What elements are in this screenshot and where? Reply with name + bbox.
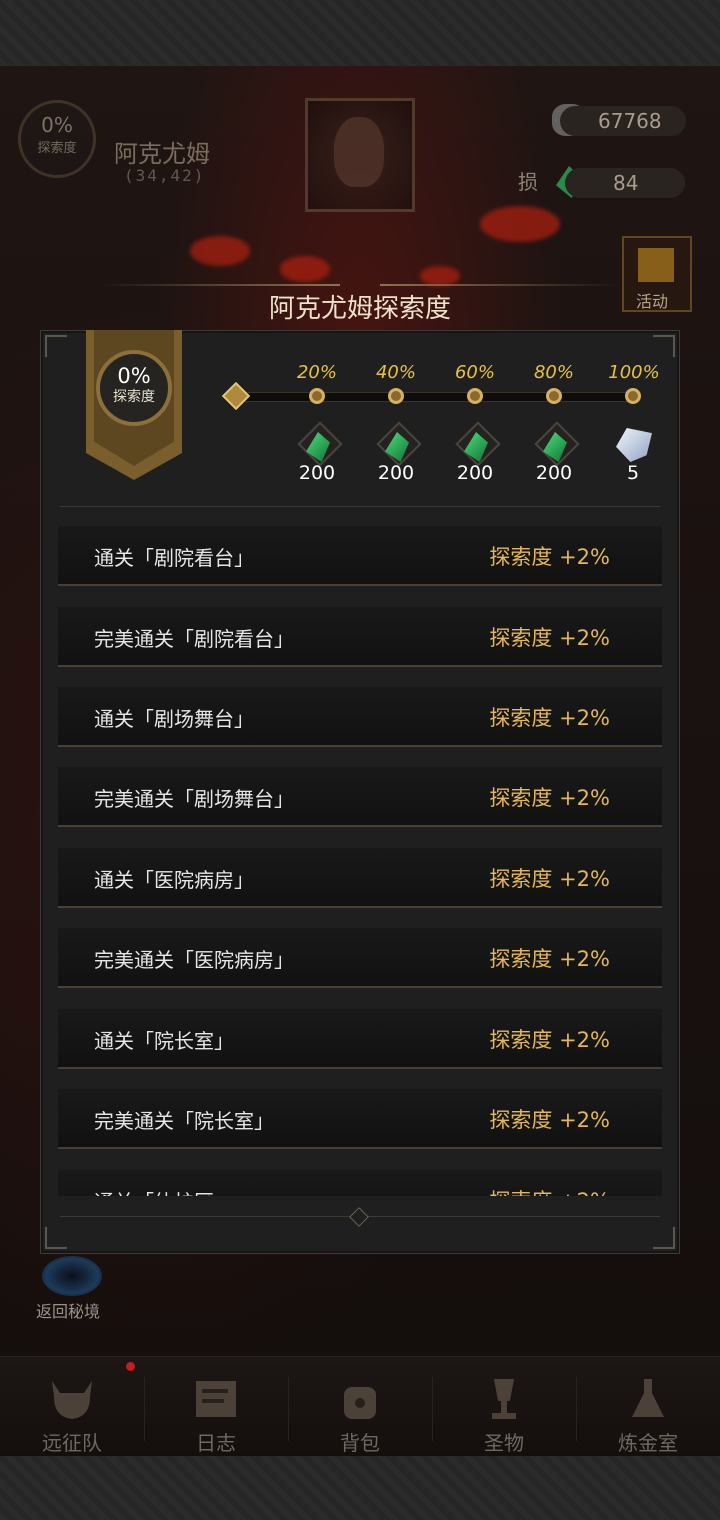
bottom-nav: 远征队 日志 背包 圣物 炼金室 (0, 1356, 720, 1457)
milestone-label: 20% (296, 362, 337, 383)
task-row: 通关「体护区 探索度 +2% (58, 1170, 662, 1196)
exploration-progress-ring: 0% 探索度 (96, 350, 172, 426)
reward-count: 200 (298, 462, 336, 484)
task-bonus: 探索度 +2% (489, 1028, 610, 1052)
exploration-progress-label: 探索度 (113, 389, 155, 405)
task-row: 通关「院长室」 探索度 +2% (58, 1009, 662, 1069)
task-bonus: 探索度 +2% (489, 626, 610, 650)
nav-log[interactable]: 日志 (144, 1357, 288, 1457)
task-row: 完美通关「院长室」 探索度 +2% (58, 1089, 662, 1149)
reward-count: 200 (456, 462, 494, 484)
task-bonus: 探索度 +2% (489, 867, 610, 891)
reward-count: 200 (535, 462, 573, 484)
nav-label: 远征队 (42, 1431, 102, 1455)
task-name: 通关「剧院看台」 (94, 546, 254, 570)
alchemy-icon (632, 1379, 664, 1417)
notification-dot (126, 1362, 135, 1371)
task-row: 通关「剧场舞台」 探索度 +2% (58, 687, 662, 747)
nav-label: 背包 (340, 1431, 380, 1455)
chalice-icon (492, 1379, 516, 1419)
task-name: 完美通关「剧院看台」 (94, 627, 294, 651)
task-name: 通关「剧场舞台」 (94, 707, 254, 731)
task-bonus: 探索度 +2% (489, 545, 610, 569)
nav-label: 炼金室 (618, 1431, 678, 1455)
bag-icon (344, 1387, 376, 1419)
task-name: 通关「医院病房」 (94, 868, 254, 892)
task-row: 完美通关「剧场舞台」 探索度 +2% (58, 767, 662, 827)
task-bonus: 探索度 +2% (489, 1185, 610, 1196)
nav-expedition[interactable]: 远征队 (0, 1357, 144, 1457)
nav-alchemy[interactable]: 炼金室 (576, 1357, 720, 1457)
progress-track (236, 392, 638, 402)
gem-currency-value: 84 (565, 168, 685, 198)
return-label[interactable]: 返回秘境 (36, 1298, 100, 1322)
task-row: 完美通关「医院病房」 探索度 +2% (58, 928, 662, 988)
task-bonus: 探索度 +2% (489, 706, 610, 730)
modal-title: 阿克尤姆探索度 (268, 294, 451, 324)
task-name: 完美通关「医院病房」 (94, 948, 294, 972)
title-divider-left (100, 284, 340, 286)
task-row: 通关「剧院看台」 探索度 +2% (58, 526, 662, 586)
task-row: 完美通关「剧院看台」 探索度 +2% (58, 607, 662, 667)
task-list[interactable]: 通关「剧院看台」 探索度 +2% 完美通关「剧院看台」 探索度 +2% 通关「剧… (58, 526, 662, 1196)
area-name: 阿克尤姆 (114, 140, 210, 168)
area-progress-ring[interactable]: 0% 探索度 (18, 100, 96, 178)
task-bonus: 探索度 +2% (489, 1108, 610, 1132)
task-row: 通关「医院病房」 探索度 +2% (58, 848, 662, 908)
task-name: 通关「体护区 (94, 1186, 214, 1196)
portal-icon[interactable] (42, 1256, 102, 1296)
task-name: 完美通关「剧场舞台」 (94, 787, 294, 811)
hero-portrait[interactable] (305, 98, 415, 212)
nav-label: 圣物 (484, 1431, 524, 1455)
nav-label: 日志 (196, 1431, 236, 1455)
exploration-progress-percent: 0% (117, 364, 151, 388)
area-progress-label: 探索度 (37, 141, 77, 156)
milestone-node (546, 388, 562, 404)
milestone-label: 100% (608, 362, 660, 383)
nav-bag[interactable]: 背包 (288, 1357, 432, 1457)
helmet-icon (52, 1381, 92, 1419)
nav-relics[interactable]: 圣物 (432, 1357, 576, 1457)
milestone-label: 60% (454, 362, 495, 383)
loss-label: 损 (518, 170, 538, 194)
task-bonus: 探索度 +2% (489, 786, 610, 810)
milestone-node (625, 388, 641, 404)
reward-count: 5 (626, 462, 640, 484)
milestone-node (388, 388, 404, 404)
divider (60, 506, 660, 507)
area-progress-percent: 0% (41, 113, 73, 137)
milestone-label: 80% (533, 362, 574, 383)
title-divider-right (380, 284, 620, 286)
task-bonus: 探索度 +2% (489, 947, 610, 971)
reward-count: 200 (377, 462, 415, 484)
gift-icon (638, 248, 674, 282)
footer-bar (0, 1456, 720, 1520)
stone-currency-value: 67768 (560, 106, 686, 136)
task-name: 通关「院长室」 (94, 1029, 234, 1053)
milestone-node (467, 388, 483, 404)
milestone-label: 40% (375, 362, 416, 383)
task-name: 完美通关「院长室」 (94, 1109, 274, 1133)
status-bar (0, 0, 720, 68)
scroll-icon (196, 1381, 236, 1417)
area-coords: (34,42) (124, 166, 206, 185)
milestone-node (309, 388, 325, 404)
